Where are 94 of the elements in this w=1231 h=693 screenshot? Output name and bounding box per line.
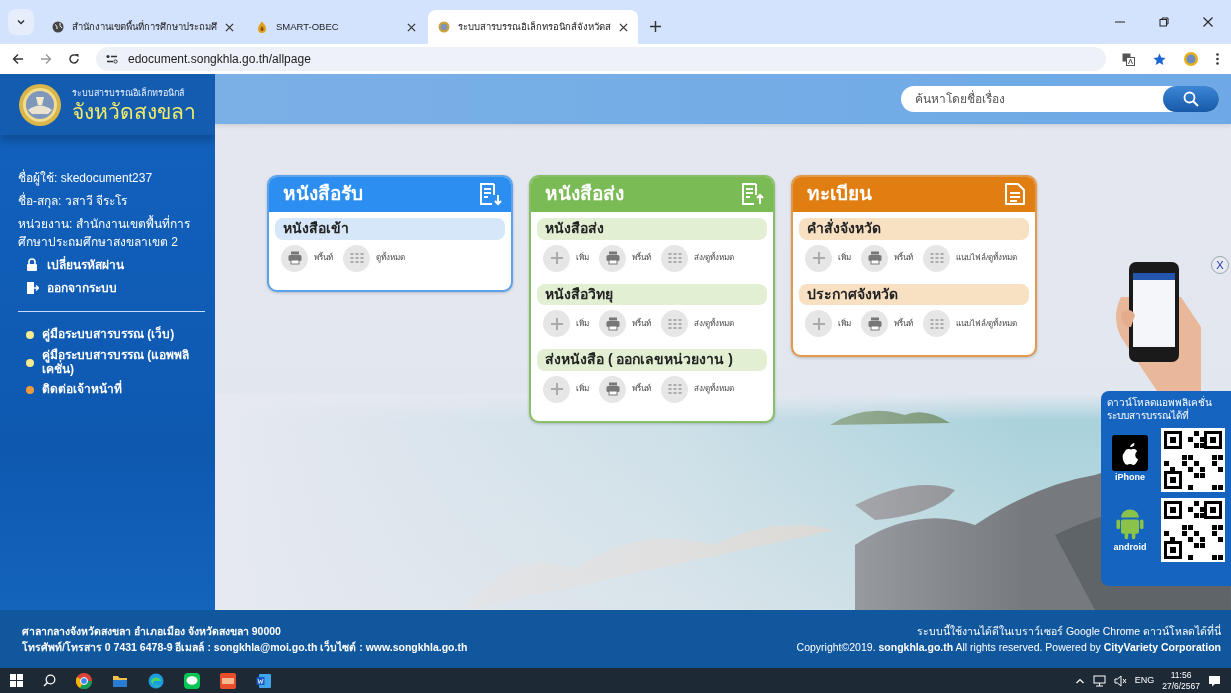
grid-icon: [667, 251, 682, 265]
grid-icon: [667, 382, 682, 396]
start-icon[interactable]: [10, 674, 23, 687]
translate-icon[interactable]: [1122, 52, 1135, 66]
browser-icon[interactable]: [148, 672, 164, 689]
printer-icon: [867, 251, 882, 265]
browser-tab[interactable]: ระบบสารบรรณอิเล็กทรอนิกส์จังหวัดส: [428, 10, 638, 44]
grid-icon: [929, 251, 944, 265]
maximize-icon[interactable]: [1159, 17, 1169, 27]
search-icon: [1183, 91, 1199, 107]
browser-tab[interactable]: สำนักงานเขตพื้นที่การศึกษาประถมศึ: [42, 10, 244, 44]
printer-icon: [287, 251, 302, 265]
section-title: คำสั่งจังหวัด: [799, 218, 1029, 240]
globe-icon: [52, 21, 64, 33]
section-title: หนังสือเข้า: [275, 218, 505, 240]
account-link[interactable]: ออกจากระบบ: [18, 279, 197, 297]
user-info-text: ชื่อผู้ใช้: skedocument237: [18, 169, 154, 187]
printer-icon: [605, 316, 620, 331]
account-link[interactable]: เปลี่ยนรหัสผ่าน: [18, 256, 197, 274]
more-menu-icon[interactable]: [1216, 53, 1219, 65]
star-icon[interactable]: [1153, 52, 1166, 66]
qr-code-icon: [1161, 428, 1225, 492]
section-title: หนังสือส่ง: [537, 218, 767, 240]
lock-icon: [26, 258, 39, 272]
close-icon[interactable]: [407, 22, 416, 32]
language-indicator[interactable]: ENG: [1134, 673, 1155, 688]
browser-icon[interactable]: [76, 672, 92, 689]
browser-tab[interactable]: SMART-OBEC: [246, 10, 426, 44]
search-button[interactable]: [1163, 86, 1219, 112]
apple-logo-icon: [1112, 435, 1148, 472]
volume-muted-icon[interactable]: [1113, 674, 1127, 687]
clock[interactable]: 11:56 27/6/2567: [1162, 670, 1200, 691]
reload-icon[interactable]: [68, 53, 80, 65]
footer-text: โทรศัพท์/โทรสาร 0 7431 6478-9 อีเมลล์ : songkhla@moi.go.th เว็บไซต์ : www.songkhla.go.th: [22, 639, 468, 655]
qr-code-icon: [1161, 498, 1225, 562]
app-icon[interactable]: [220, 672, 236, 689]
section-title: หนังสือวิทยุ: [537, 283, 767, 305]
grid-icon: [929, 316, 944, 331]
close-icon[interactable]: [225, 22, 234, 32]
plus-icon: [549, 316, 564, 331]
panel-text: ระบบสารบรรณได้ที่: [1107, 409, 1190, 422]
action-button[interactable]: ส่ง/ดูทั้งหมด: [661, 375, 735, 403]
plus-icon[interactable]: [650, 21, 661, 32]
grid-icon: [349, 251, 364, 265]
notification-icon[interactable]: [1208, 674, 1221, 687]
search-icon[interactable]: [43, 674, 56, 687]
back-arrow-icon[interactable]: [12, 53, 24, 65]
action-button[interactable]: ดูทั้งหมด: [343, 244, 405, 272]
document-icon: [741, 183, 765, 206]
action-button[interactable]: แนบไฟล์/ดูทั้งหมด: [923, 244, 1018, 272]
chevron-down-icon: [16, 17, 26, 27]
user-info-text: ชื่อ-สกุล: วสาวี จีระโร: [18, 192, 128, 210]
close-button[interactable]: X: [1211, 256, 1229, 274]
user-info-text: หน่วยงาน: สำนักงานเขตพื้นที่การศึกษาประถมศึกษาสงขลาเขต 2: [18, 215, 191, 251]
printer-icon: [867, 316, 882, 331]
document-icon: [1003, 183, 1027, 206]
printer-icon: [605, 251, 620, 265]
card-title: หนังสือรับ: [283, 182, 363, 207]
profile-avatar-icon[interactable]: [1184, 52, 1198, 66]
section-title: ส่งหนังสือ ( ออกเลขหน่วยงาน ): [537, 349, 767, 371]
brand-subtitle: ระบบสารบรรณอิเล็กทรอนิกส์: [72, 87, 185, 101]
action-button[interactable]: แนบไฟล์/ดูทั้งหมด: [923, 310, 1018, 337]
action-button[interactable]: ส่ง/ดูทั้งหมด: [661, 244, 735, 272]
seal-icon: [438, 21, 450, 33]
footer-text: Copyright©2019. songkhla.go.th All rights reserved. Powered by CityVariety Corporation: [796, 640, 1221, 655]
help-link[interactable]: คู่มือระบบสารบรรณ (เว็บ): [42, 328, 175, 342]
panel-text: ดาวน์โหลดแอพพลิเคชั่น: [1107, 396, 1213, 408]
chat-icon[interactable]: [184, 672, 200, 689]
card-title: หนังสือส่ง: [545, 182, 624, 207]
plus-icon: [811, 251, 826, 265]
card-title: ทะเบียน: [807, 182, 872, 207]
address-bar[interactable]: edocument.songkhla.go.th/allpage: [96, 47, 1106, 71]
network-icon[interactable]: [1092, 674, 1106, 687]
close-icon[interactable]: [1203, 17, 1213, 27]
document-icon: [479, 183, 503, 206]
site-settings-icon[interactable]: [106, 54, 118, 64]
plus-icon: [811, 316, 826, 331]
footer-text: ระบบนี้ใช้งานได้ดีในเบราว์เซอร์ Google Chrome ดาวน์โหลดได้ที่นี่: [916, 623, 1221, 639]
footer-text: ศาลากลางจังหวัดสงขลา อำเภอเมือง จังหวัดสงขลา 90000: [22, 623, 282, 639]
action-button[interactable]: ส่ง/ดูทั้งหมด: [661, 310, 735, 337]
platform-label: iPhone: [1115, 471, 1145, 485]
flame-icon: [256, 21, 268, 33]
emblem-icon: [18, 82, 62, 127]
document-icon[interactable]: [256, 672, 272, 689]
printer-icon: [605, 382, 620, 396]
help-link[interactable]: คู่มือระบบสารบรรณ (แอพพลิเคชั่น): [42, 348, 197, 377]
platform-label: android: [1113, 541, 1147, 555]
plus-icon: [549, 382, 564, 396]
grid-icon: [667, 316, 682, 331]
close-icon[interactable]: [619, 22, 628, 32]
plus-icon: [549, 251, 564, 265]
logout-icon: [26, 281, 39, 295]
brand-title: จังหวัดสงขลา: [72, 100, 196, 122]
section-title: ประกาศจังหวัด: [799, 283, 1029, 305]
